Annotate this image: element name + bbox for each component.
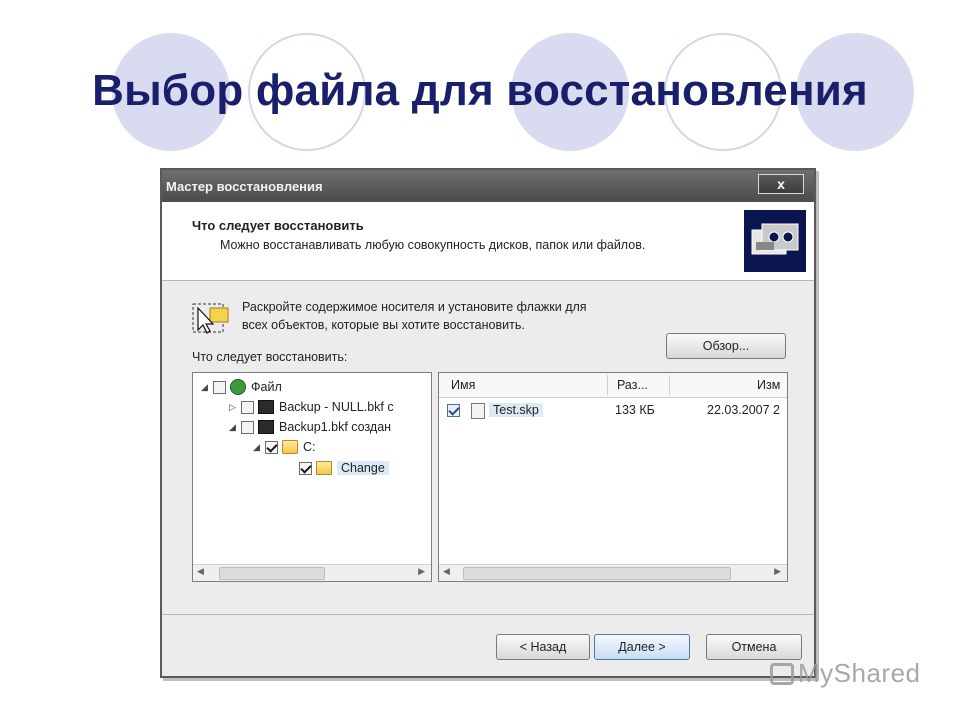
- restore-tree[interactable]: ◢ Файл ▷ Backup - NULL.bkf с ◢ Backup1.b…: [192, 372, 432, 582]
- tree-checkbox[interactable]: [241, 400, 254, 414]
- column-separator[interactable]: [607, 375, 608, 395]
- footer-divider: [162, 614, 814, 615]
- next-button[interactable]: Далее >: [594, 634, 690, 660]
- instruction-line-2: всех объектов, которые вы хотите восстан…: [242, 318, 525, 332]
- scroll-left-icon[interactable]: ◀: [443, 566, 450, 577]
- restore-wizard-dialog: Мастер восстановления x Что следует восс…: [160, 168, 816, 678]
- folder-open-icon: [316, 461, 332, 475]
- file-modified: 22.03.2007 2: [707, 403, 780, 417]
- tree-checkbox[interactable]: [299, 461, 312, 475]
- watermark-logo-icon: [770, 663, 794, 685]
- tape-icon: [258, 400, 274, 414]
- list-horizontal-scrollbar[interactable]: ◀ ▶: [439, 564, 787, 581]
- tree-expander[interactable]: ◢: [253, 442, 265, 453]
- tree-item-label: Backup - NULL.bkf с: [279, 400, 394, 414]
- titlebar: Мастер восстановления x: [162, 170, 814, 202]
- select-items-icon: [192, 300, 232, 340]
- column-name[interactable]: Имя: [451, 378, 475, 392]
- scroll-right-icon[interactable]: ▶: [774, 566, 781, 577]
- tree-item-file[interactable]: ◢ Файл: [201, 377, 282, 397]
- tree-checkbox[interactable]: [213, 380, 226, 394]
- tree-item-backup1[interactable]: ◢ Backup1.bkf создан: [229, 417, 391, 437]
- header-title: Что следует восстановить: [192, 218, 364, 233]
- restore-wizard-icon: [744, 210, 806, 272]
- column-size[interactable]: Раз...: [617, 378, 648, 392]
- tree-item-label: C:: [303, 440, 316, 454]
- browse-button[interactable]: Обзор...: [666, 333, 786, 359]
- tree-expander[interactable]: ▷: [229, 402, 241, 413]
- column-modified[interactable]: Изм: [757, 378, 780, 392]
- scroll-right-icon[interactable]: ▶: [418, 566, 425, 577]
- tree-item-label: Backup1.bkf создан: [279, 420, 392, 434]
- slide-title: Выбор файла для восстановления: [92, 66, 868, 115]
- back-button[interactable]: < Назад: [496, 634, 590, 660]
- scroll-thumb[interactable]: [463, 567, 731, 580]
- tree-item-drive-c[interactable]: ◢ C:: [253, 437, 316, 457]
- dialog-title: Мастер восстановления: [166, 179, 323, 194]
- tree-item-backup-null[interactable]: ▷ Backup - NULL.bkf с: [229, 397, 394, 417]
- tree-expander[interactable]: ◢: [229, 422, 241, 433]
- file-row[interactable]: Test.skp 133 КБ 22.03.2007 2: [439, 401, 787, 421]
- restore-tree-label: Что следует восстановить:: [192, 350, 348, 364]
- close-button[interactable]: x: [758, 174, 804, 194]
- file-checkbox[interactable]: [447, 404, 460, 417]
- header-subtitle: Можно восстанавливать любую совокупность…: [220, 238, 646, 252]
- instruction-line-1: Раскройте содержимое носителя и установи…: [242, 300, 587, 314]
- file-size: 133 КБ: [615, 403, 655, 417]
- folder-icon: [282, 440, 298, 454]
- watermark: MyShared: [770, 658, 921, 689]
- skp-file-icon: [471, 403, 485, 419]
- tape-icon: [258, 420, 274, 434]
- tree-expander[interactable]: ◢: [201, 382, 213, 393]
- file-name: Test.skp: [489, 403, 543, 417]
- scroll-thumb[interactable]: [219, 567, 325, 580]
- instruction-text: Раскройте содержимое носителя и установи…: [242, 298, 722, 334]
- tree-horizontal-scrollbar[interactable]: ◀ ▶: [193, 564, 431, 581]
- tree-item-change[interactable]: Change: [299, 458, 389, 478]
- tree-checkbox[interactable]: [265, 440, 278, 454]
- scroll-left-icon[interactable]: ◀: [197, 566, 204, 577]
- wizard-header: Что следует восстановить Можно восстанав…: [162, 202, 814, 281]
- file-list-header: Имя Раз... Изм: [439, 373, 787, 398]
- cancel-button[interactable]: Отмена: [706, 634, 802, 660]
- file-icon: [230, 379, 246, 395]
- column-separator[interactable]: [669, 375, 670, 395]
- watermark-text: MyShared: [798, 658, 921, 688]
- file-list[interactable]: Имя Раз... Изм Test.skp 133 КБ 22.03.200…: [438, 372, 788, 582]
- tree-item-label: Change: [337, 461, 389, 475]
- tree-checkbox[interactable]: [241, 420, 254, 434]
- tree-item-label: Файл: [251, 380, 282, 394]
